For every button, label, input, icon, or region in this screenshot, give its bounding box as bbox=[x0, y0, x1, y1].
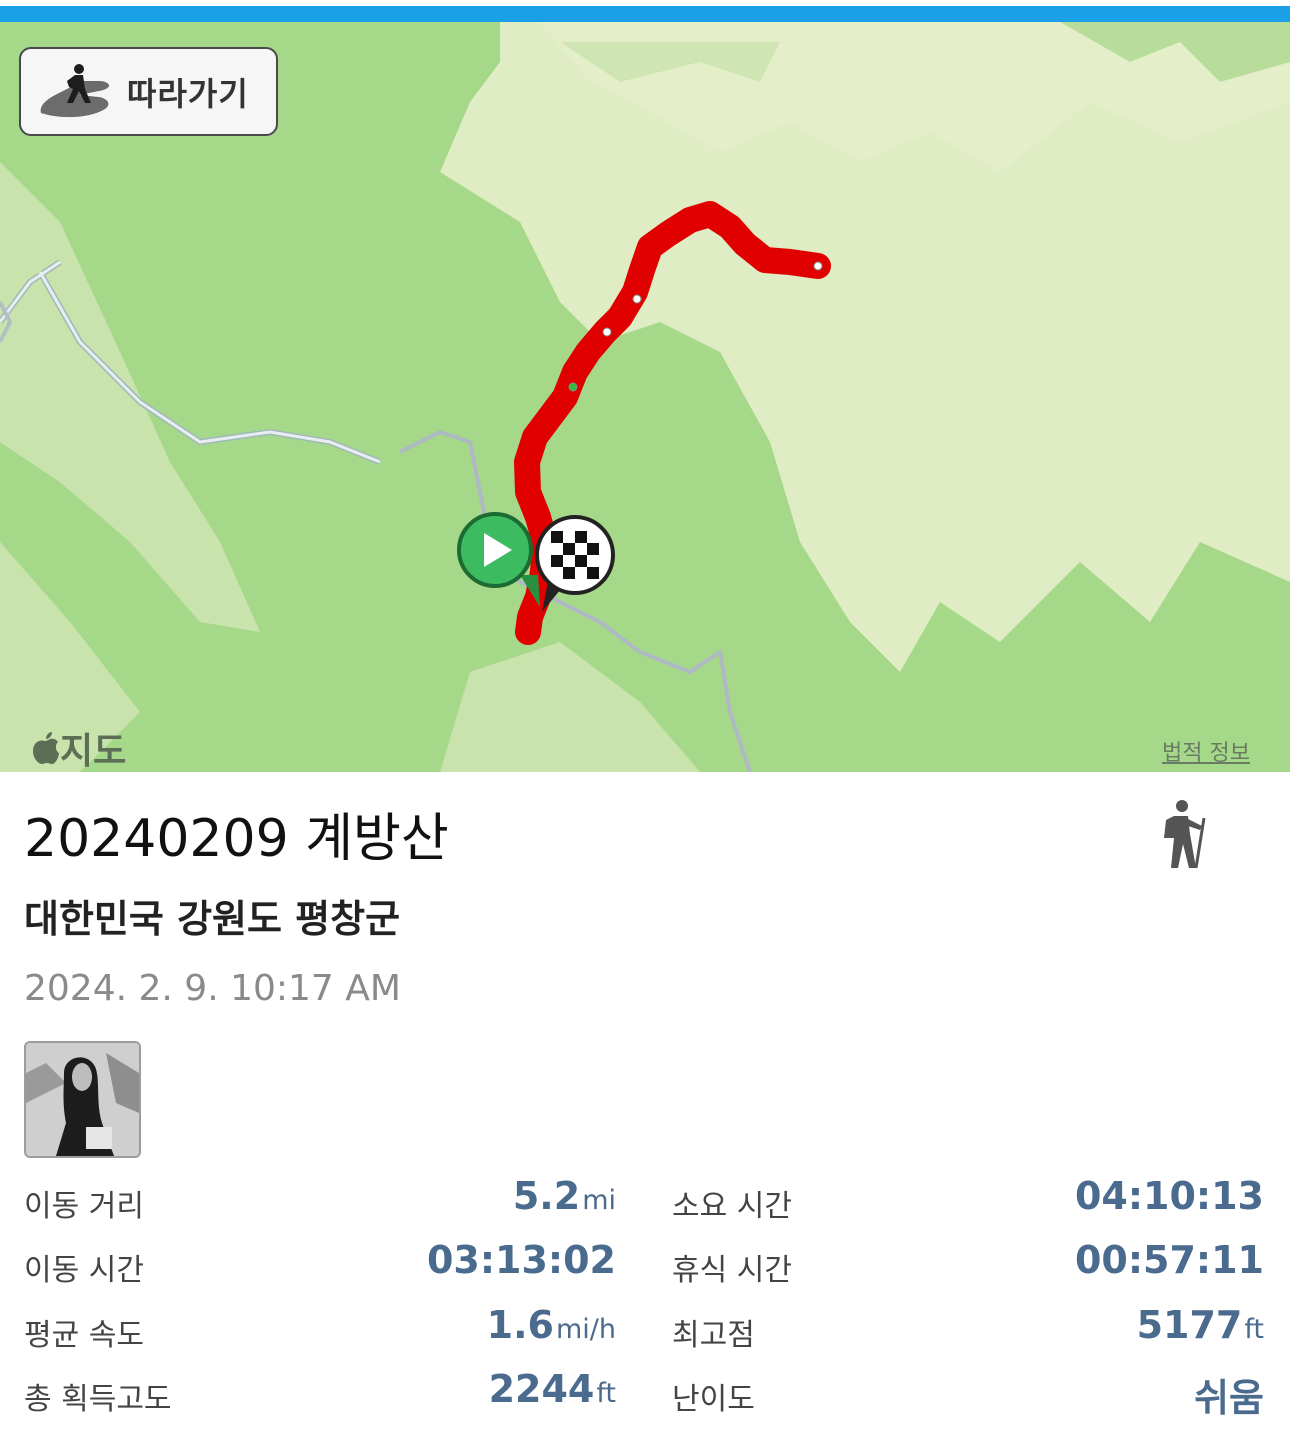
total-time-value: 04:10:13 bbox=[1074, 1174, 1264, 1218]
distance-label: 이동 거리 bbox=[24, 1189, 144, 1224]
elevation-gain-value: 2244ft bbox=[488, 1367, 616, 1411]
max-elevation-label: 최고점 bbox=[672, 1318, 755, 1353]
rest-time-label: 휴식 시간 bbox=[672, 1253, 792, 1288]
max-elevation-value: 5177ft bbox=[1136, 1303, 1264, 1347]
elevation-gain-label: 총 획득고도 bbox=[24, 1382, 172, 1417]
moving-time-value: 03:13:02 bbox=[426, 1238, 616, 1282]
follow-route-button[interactable]: 따라가기 bbox=[19, 47, 278, 136]
activity-datetime: 2024. 2. 9. 10:17 AM bbox=[24, 968, 401, 1009]
hiking-icon bbox=[1164, 800, 1206, 869]
follow-route-label: 따라가기 bbox=[127, 74, 249, 113]
follow-trail-icon bbox=[40, 63, 110, 117]
total-time-label: 소요 시간 bbox=[672, 1189, 792, 1224]
avg-speed-label: 평균 속도 bbox=[24, 1318, 144, 1353]
rest-time-value: 00:57:11 bbox=[1074, 1238, 1264, 1282]
maps-brand: 지도 bbox=[30, 722, 126, 772]
distance-value: 5.2mi bbox=[512, 1174, 616, 1218]
activity-location: 대한민국 강원도 평창군 bbox=[24, 897, 401, 941]
difficulty-value: 쉬움 bbox=[1194, 1376, 1264, 1420]
avatar-photo bbox=[26, 1043, 139, 1156]
top-accent-bar bbox=[0, 6, 1290, 22]
apple-logo-icon bbox=[33, 732, 59, 764]
moving-time-label: 이동 시간 bbox=[24, 1253, 144, 1288]
legal-info-link[interactable]: 법적 정보 bbox=[1162, 735, 1250, 767]
maps-brand-label: 지도 bbox=[60, 731, 127, 772]
difficulty-label: 난이도 bbox=[672, 1382, 755, 1417]
avg-speed-value: 1.6mi/h bbox=[486, 1303, 616, 1347]
user-avatar[interactable] bbox=[24, 1041, 141, 1158]
activity-title: 20240209 계방산 bbox=[24, 809, 449, 869]
